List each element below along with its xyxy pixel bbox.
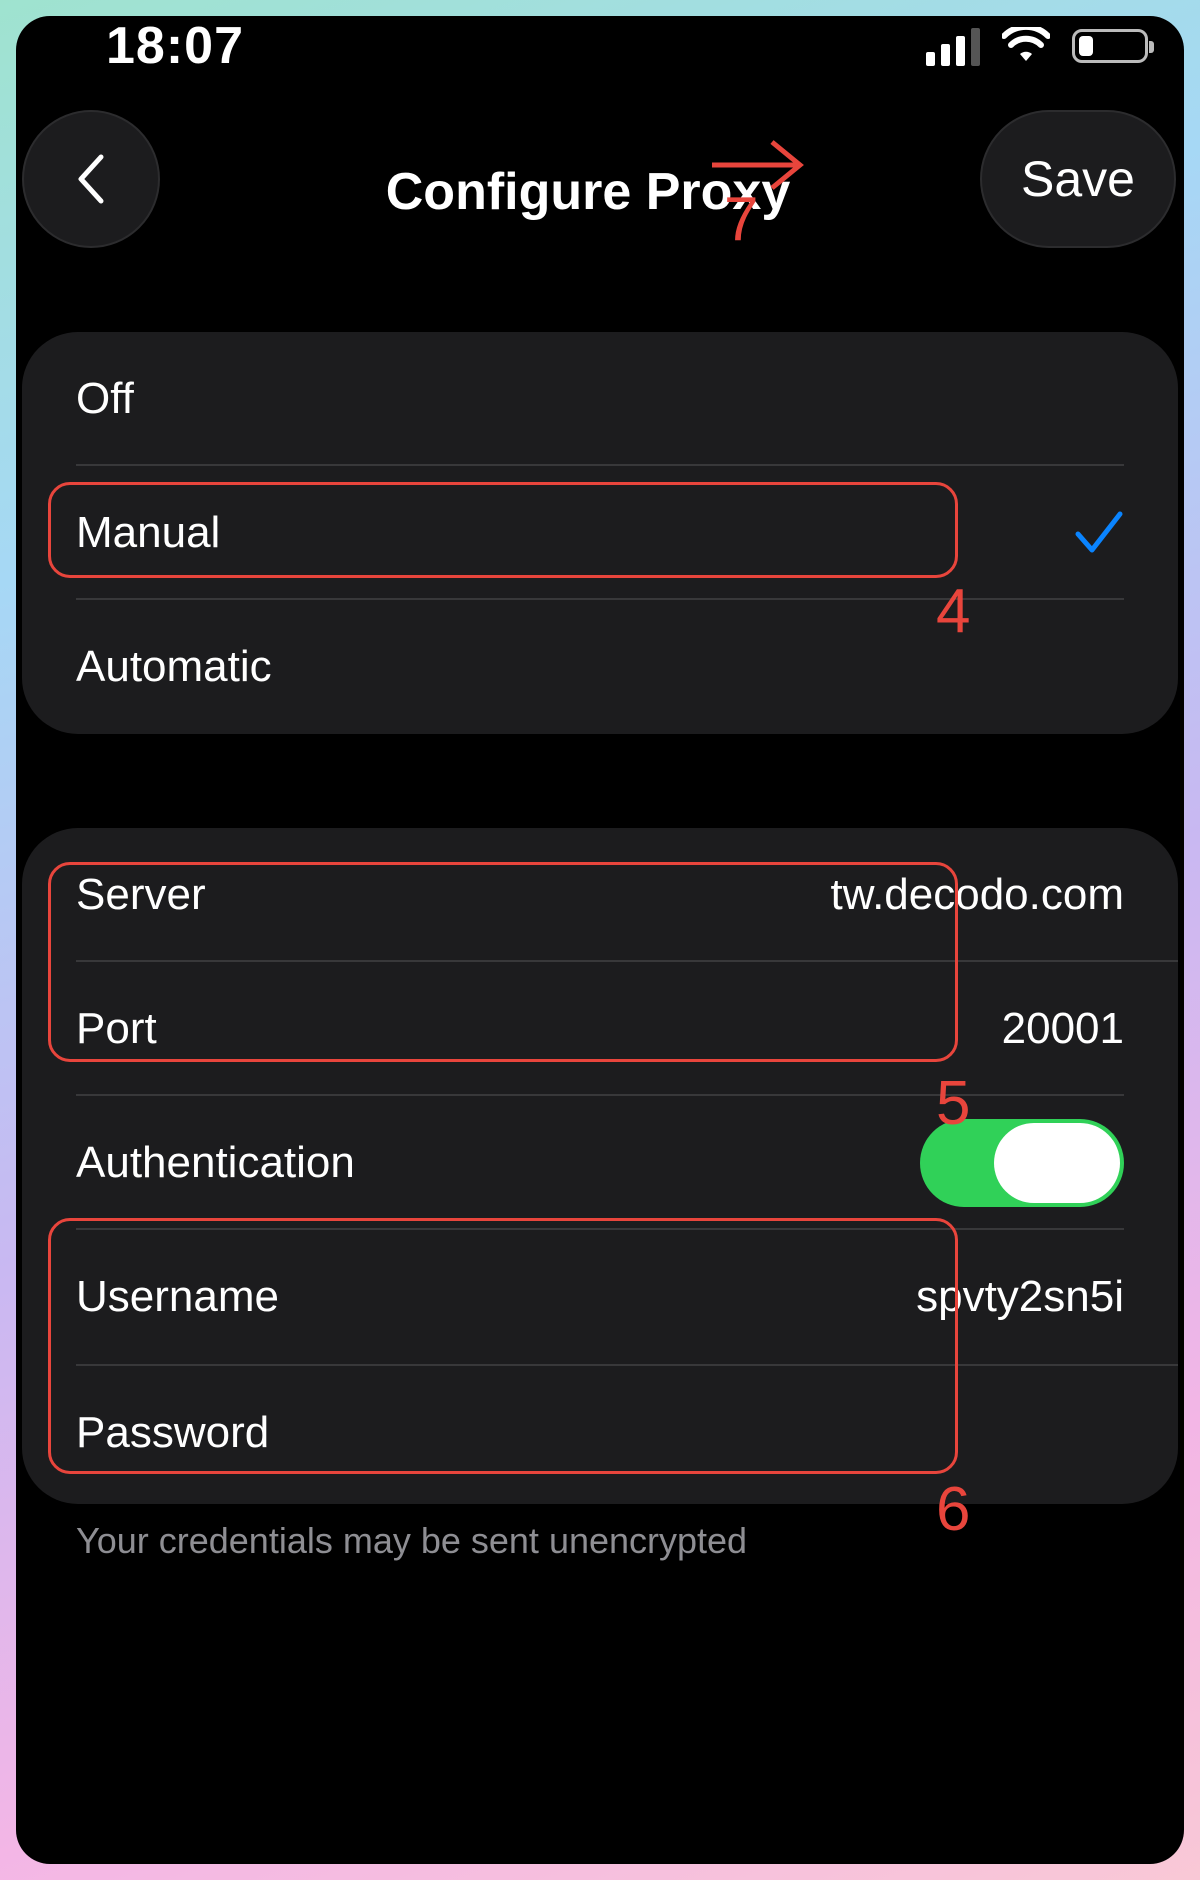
save-button[interactable]: Save [980,110,1176,248]
phone-screen: 18:07 Configure Proxy Save 7 Off Manual … [16,16,1184,1864]
option-off-label: Off [76,374,134,423]
port-value[interactable]: 20001 [1002,1004,1124,1054]
option-off[interactable]: Off [76,332,1124,466]
annotation-step-6: 6 [936,1475,971,1544]
status-icons [926,26,1154,66]
annotation-box-credentials [48,1218,958,1474]
battery-icon [1072,29,1154,63]
status-time: 18:07 [106,17,244,75]
annotation-box-server-port [48,862,958,1062]
signal-icon [926,26,980,66]
option-automatic-label: Automatic [76,642,272,691]
toggle-knob [994,1123,1120,1203]
security-footnote: Your credentials may be sent unencrypted [76,1520,748,1561]
authentication-label: Authentication [76,1138,355,1187]
checkmark-icon [1075,511,1123,553]
wifi-icon [1002,27,1050,61]
annotation-step-5: 5 [936,1069,971,1138]
annotation-box-manual [48,482,958,578]
annotation-step-4: 4 [936,577,971,646]
annotation-step-7: 7 [724,185,759,254]
